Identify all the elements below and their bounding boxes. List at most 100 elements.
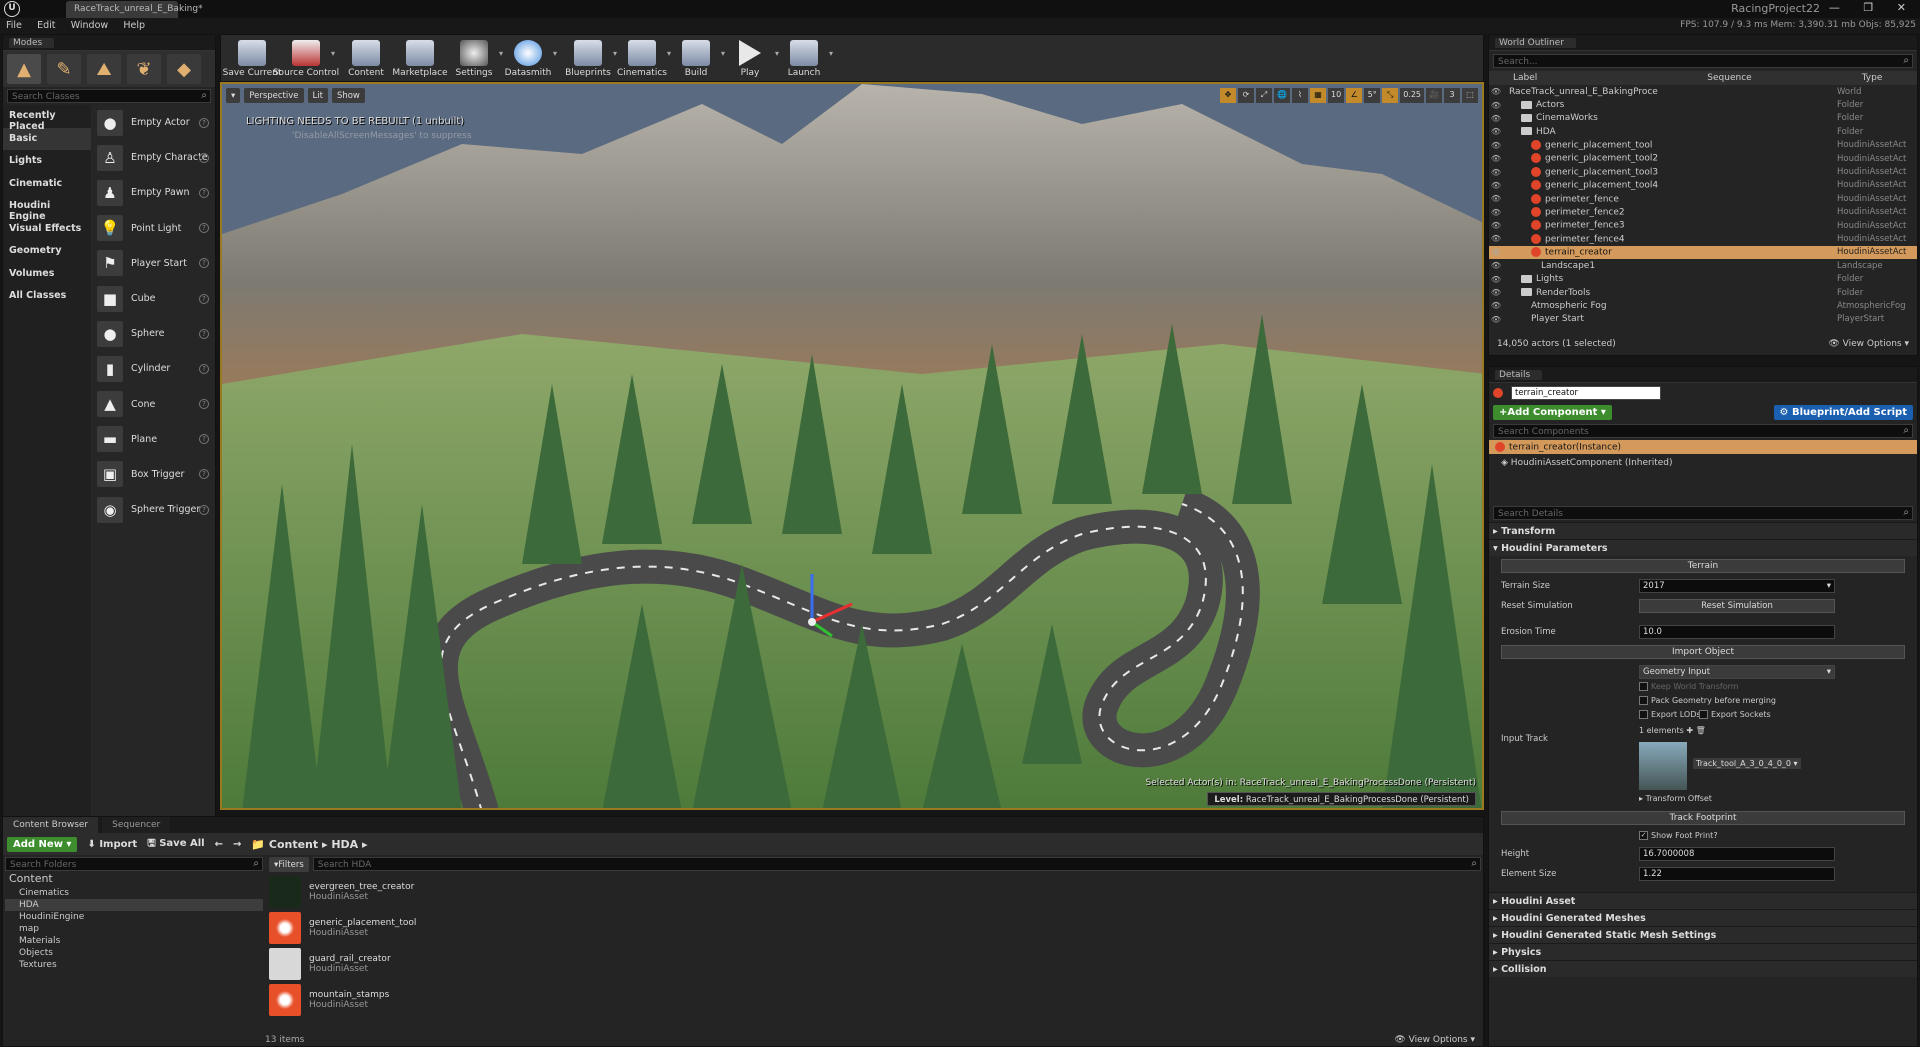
cat-houdini-engine[interactable]: Houdini Engine (3, 195, 91, 222)
keep-world-transform-checkbox[interactable]: Keep World Transform (1639, 682, 1739, 691)
section-transform[interactable]: ▸ Transform (1489, 522, 1917, 539)
outliner-row[interactable]: 👁 perimeter_fence3 HoudiniAssetAct (1489, 219, 1917, 232)
help-icon[interactable]: ? (199, 293, 209, 304)
sequencer-tab[interactable]: Sequencer (102, 817, 171, 833)
export-lods-checkbox[interactable]: Export LODs (1639, 710, 1701, 719)
search-components-input[interactable]: Search Components ⌕ (1493, 424, 1913, 438)
place-cube[interactable]: ■ Cube? (91, 281, 215, 316)
place-mode-icon[interactable]: ▲ (7, 54, 41, 84)
outliner-view-options[interactable]: 👁 View Options ▾ (1828, 339, 1909, 349)
angle-snap-icon[interactable]: ∠ (1346, 88, 1363, 103)
menu-window[interactable]: Window (65, 18, 114, 33)
section-generated-meshes[interactable]: ▸ Houdini Generated Meshes (1489, 909, 1917, 926)
paint-mode-icon[interactable]: ✎ (47, 54, 81, 84)
show-button[interactable]: Show (331, 88, 365, 103)
search-details-input[interactable]: Search Details ⌕ (1493, 506, 1913, 520)
col-sequence[interactable]: Sequence (1707, 73, 1751, 83)
cat-recently-placed[interactable]: Recently Placed (3, 105, 91, 132)
outliner-row[interactable]: 👁 Landscape1 Landscape (1489, 259, 1917, 272)
help-icon[interactable]: ? (199, 399, 209, 410)
terrain-folder-button[interactable]: Terrain (1501, 559, 1905, 573)
details-tab[interactable]: Details (1489, 367, 1917, 383)
blueprint-add-script-button[interactable]: ⚙ Blueprint/Add Script (1773, 405, 1913, 420)
content-browser-tab[interactable]: Content Browser (3, 817, 99, 833)
outliner-row[interactable]: 👁 perimeter_fence HoudiniAssetAct (1489, 192, 1917, 205)
tree-hda[interactable]: HDA (5, 899, 263, 911)
outliner-row[interactable]: 👁 generic_placement_tool HoudiniAssetAct (1489, 139, 1917, 152)
search-hda-input[interactable]: Search HDA ⌕ (312, 857, 1481, 871)
lit-button[interactable]: Lit (307, 88, 328, 103)
height-input[interactable]: 16.7000008 (1639, 847, 1835, 861)
menu-help[interactable]: Help (117, 18, 151, 33)
outliner-row[interactable]: 👁 perimeter_fence4 HoudiniAssetAct (1489, 232, 1917, 245)
cat-cinematic[interactable]: Cinematic (3, 173, 91, 196)
eye-icon[interactable]: 👁 (1489, 261, 1503, 270)
outliner-row[interactable]: 👁 Lights Folder (1489, 272, 1917, 285)
eye-icon[interactable]: 👁 (1489, 127, 1503, 136)
unreal-logo-icon[interactable]: U (4, 1, 20, 17)
outliner-row[interactable]: 👁 Player Start PlayerStart (1489, 313, 1917, 326)
asset-item[interactable]: guard_rail_creator HoudiniAsset (269, 946, 1481, 982)
place-empty-actor[interactable]: ● Empty Actor? (91, 105, 215, 140)
outliner-row[interactable]: 👁 generic_placement_tool2 HoudiniAssetAct (1489, 152, 1917, 165)
launch-button[interactable]: Launch (777, 35, 833, 81)
outliner-row[interactable]: 👁 perimeter_fence2 HoudiniAssetAct (1489, 206, 1917, 219)
foliage-mode-icon[interactable]: ❦ (127, 54, 161, 84)
eye-icon[interactable]: 👁 (1489, 248, 1503, 257)
col-label[interactable]: Label (1513, 73, 1537, 83)
help-icon[interactable]: ? (199, 117, 209, 128)
eye-icon[interactable]: 👁 (1489, 181, 1503, 190)
cb-view-options[interactable]: 👁 View Options ▾ (1394, 1035, 1475, 1045)
scale-snap-icon[interactable]: ⤡ (1382, 88, 1399, 103)
cat-volumes[interactable]: Volumes (3, 263, 91, 286)
cat-lights[interactable]: Lights (3, 150, 91, 173)
outliner-row[interactable]: 👁 HDA Folder (1489, 125, 1917, 138)
viewport-options-button[interactable]: ▾ (226, 88, 241, 103)
trash-icon[interactable]: 🗑 (1696, 726, 1706, 735)
help-icon[interactable]: ? (199, 328, 209, 339)
settings-button[interactable]: Settings (447, 35, 503, 81)
back-arrow-icon[interactable]: ← (215, 839, 223, 850)
angle-size-value[interactable]: 5° (1364, 88, 1381, 103)
section-static-mesh-settings[interactable]: ▸ Houdini Generated Static Mesh Settings (1489, 926, 1917, 943)
tree-objects[interactable]: Objects (5, 947, 263, 959)
forward-arrow-icon[interactable]: → (233, 839, 241, 850)
track-asset-select[interactable]: Track_tool_A_3_0_4_0_0 ▾ (1693, 758, 1801, 769)
build-button[interactable]: Build (669, 35, 725, 81)
component-inherited-row[interactable]: ◈ HoudiniAssetComponent (Inherited) (1489, 454, 1917, 504)
element-size-input[interactable]: 1.22 (1639, 867, 1835, 881)
eye-icon[interactable]: 👁 (1489, 141, 1503, 150)
section-houdini-parameters[interactable]: ▾ Houdini Parameters (1489, 539, 1917, 556)
filters-button[interactable]: ▾ Filters (269, 857, 309, 872)
eye-icon[interactable]: 👁 (1489, 234, 1503, 243)
place-cylinder[interactable]: ▮ Cylinder? (91, 351, 215, 386)
eye-icon[interactable]: 👁 (1489, 194, 1503, 203)
place-empty-pawn[interactable]: ♟ Empty Pawn? (91, 175, 215, 210)
help-icon[interactable]: ? (199, 434, 209, 445)
crumb-content[interactable]: Content (269, 838, 318, 851)
geometry-input-select[interactable]: Geometry Input ▾ (1639, 665, 1835, 679)
play-button[interactable]: Play (723, 35, 779, 81)
tree-houdiniengine[interactable]: HoudiniEngine (5, 911, 263, 923)
transform-offset-toggle[interactable]: ▸ Transform Offset (1639, 794, 1712, 803)
component-instance-row[interactable]: terrain_creator(Instance) (1489, 440, 1917, 454)
eye-icon[interactable]: 👁 (1489, 87, 1503, 96)
menu-file[interactable]: File (0, 18, 28, 33)
scale-tool-icon[interactable]: ⤢ (1256, 88, 1272, 103)
actor-name-input[interactable]: terrain_creator (1511, 386, 1661, 400)
place-box-trigger[interactable]: ▣ Box Trigger? (91, 457, 215, 492)
blueprints-button[interactable]: Blueprints (561, 35, 617, 81)
camera-speed-value[interactable]: 3 (1444, 88, 1460, 103)
translate-tool-icon[interactable]: ✥ (1220, 88, 1236, 103)
menu-edit[interactable]: Edit (31, 18, 61, 33)
tree-map[interactable]: map (5, 923, 263, 935)
outliner-row[interactable]: 👁 Actors Folder (1489, 98, 1917, 111)
geometry-mode-icon[interactable]: ◆ (167, 54, 201, 84)
cat-all-classes[interactable]: All Classes (3, 285, 91, 308)
tree-textures[interactable]: Textures (5, 959, 263, 971)
marketplace-button[interactable]: Marketplace (392, 35, 448, 81)
import-object-button[interactable]: Import Object (1501, 645, 1905, 659)
help-icon[interactable]: ? (199, 187, 209, 198)
surface-snap-icon[interactable]: ⌇ (1292, 88, 1308, 103)
eye-icon[interactable]: 👁 (1489, 154, 1503, 163)
